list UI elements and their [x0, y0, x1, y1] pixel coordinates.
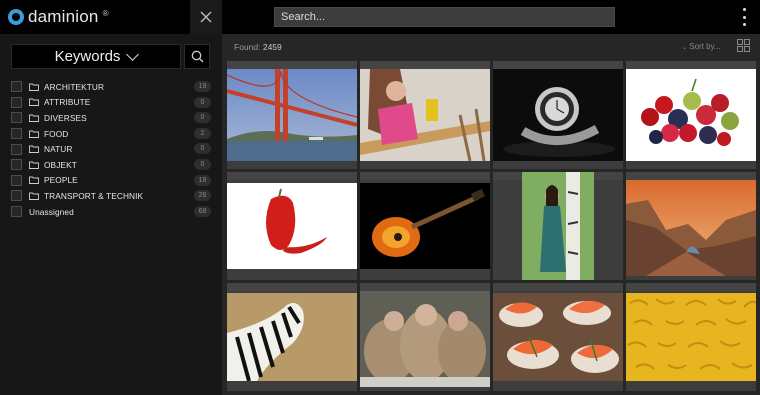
thumbnail-image	[227, 69, 357, 161]
keyword-label: ARCHITEKTUR	[44, 81, 105, 92]
keyword-checkbox[interactable]	[11, 81, 22, 93]
folder-icon	[29, 176, 39, 185]
keyword-label: OBJEKT	[44, 159, 77, 170]
close-icon	[200, 11, 212, 23]
search-icon	[191, 50, 203, 63]
keyword-row[interactable]: TRANSPORT & TECHNIK 26	[11, 188, 211, 204]
keyword-label: Unassigned	[29, 206, 74, 217]
keyword-count-badge: 18	[194, 174, 211, 186]
thumbnail-fusilli-pasta[interactable]	[626, 283, 756, 391]
thumbnail-image	[360, 69, 490, 161]
thumbnail-image	[227, 293, 357, 381]
close-panel-button[interactable]	[190, 0, 222, 34]
keyword-row[interactable]: PEOPLE 18	[11, 173, 211, 189]
keyword-label: FOOD	[44, 128, 69, 139]
folder-icon	[29, 98, 39, 107]
search-input[interactable]	[274, 7, 615, 27]
sort-label: Sort by...	[689, 42, 721, 51]
keyword-count-badge: 19	[194, 81, 211, 92]
folder-icon	[29, 130, 39, 138]
folder-icon	[29, 192, 39, 200]
thumbnail-image	[626, 293, 756, 381]
keyword-checkbox[interactable]	[11, 143, 22, 155]
thumbnail-image	[493, 69, 623, 161]
thumbnail-image	[227, 183, 357, 269]
keyword-row[interactable]: FOOD 2	[11, 126, 211, 142]
grid-view-icon[interactable]	[737, 39, 750, 52]
keyword-count-badge: 0	[194, 158, 211, 170]
keyword-checkbox[interactable]	[11, 190, 22, 202]
folder-icon	[29, 145, 39, 154]
keyword-search-button[interactable]	[184, 44, 210, 69]
app-window: daminion ® Keywords ARCHITEKTUR 19 ATTRIBU…	[0, 0, 760, 395]
keyword-checkbox[interactable]	[11, 112, 22, 124]
thumbnail-wristwatch[interactable]	[493, 61, 623, 169]
keyword-checkbox[interactable]	[11, 206, 22, 218]
keyword-row[interactable]: NATUR 0	[11, 141, 211, 157]
keyword-row[interactable]: ATTRIBUTE 0	[11, 95, 211, 111]
thumbnail-image	[522, 172, 594, 280]
thumbnail-red-pepper[interactable]	[227, 172, 357, 280]
thumbnail-golden-gate-bridge[interactable]	[227, 61, 357, 169]
keyword-label: NATUR	[44, 144, 73, 155]
keyword-row[interactable]: OBJEKT 0	[11, 157, 211, 173]
thumbnail-woman-by-birch-tree[interactable]	[493, 172, 623, 280]
thumbnail-image	[626, 69, 756, 161]
folder-icon	[29, 83, 39, 91]
results-count: Found: 2459	[234, 42, 282, 52]
panel-selector-label: Keywords	[54, 48, 121, 65]
keyword-row[interactable]: ARCHITEKTUR 19	[11, 79, 211, 95]
more-options-icon[interactable]	[736, 8, 752, 26]
keyword-label: DIVERSES	[44, 112, 87, 123]
keyword-checkbox[interactable]	[11, 174, 22, 186]
keyword-checkbox[interactable]	[11, 128, 22, 140]
trademark-mark: ®	[102, 8, 109, 18]
keyword-label: TRANSPORT & TECHNIK	[44, 190, 144, 201]
app-logo[interactable]: daminion ®	[8, 7, 109, 27]
thumbnail-canyon-landscape[interactable]	[626, 172, 756, 280]
top-bar: daminion ®	[0, 0, 760, 34]
thumbnail-electric-guitar[interactable]	[360, 172, 490, 280]
thumbnail-salmon-canapes[interactable]	[493, 283, 623, 391]
folder-icon	[29, 161, 39, 169]
found-count: 2459	[262, 42, 282, 52]
keyword-list: ARCHITEKTUR 19 ATTRIBUTE 0 DIVERSES 0 FOOD 2 NAT…	[11, 79, 211, 219]
sidebar: Keywords ARCHITEKTUR 19 ATTRIBUTE 0 DIVERSES…	[0, 34, 222, 395]
keyword-count-badge: 68	[194, 205, 211, 217]
daminion-logo-icon	[8, 9, 24, 25]
keyword-row[interactable]: Unassigned 68	[11, 204, 211, 220]
keyword-label: PEOPLE	[44, 175, 78, 186]
folder-icon	[29, 114, 39, 122]
main-content: Found: 2459 ⌄ Sort by...	[222, 34, 760, 395]
keyword-count-badge: 26	[194, 190, 211, 202]
keyword-label: ATTRIBUTE	[44, 97, 91, 108]
thumbnail-image	[360, 183, 490, 269]
keyword-count-badge: 0	[194, 112, 211, 124]
app-name: daminion	[28, 7, 99, 26]
keyword-row[interactable]: DIVERSES 0	[11, 110, 211, 126]
thumbnail-image	[360, 291, 490, 387]
keyword-count-badge: 2	[194, 127, 211, 139]
sort-dropdown[interactable]: ⌄ Sort by...	[682, 42, 721, 51]
keyword-count-badge: 0	[194, 96, 211, 108]
thumbnail-zebra[interactable]	[227, 283, 357, 391]
sort-caret-icon: ⌄	[682, 45, 688, 51]
panel-selector-dropdown[interactable]: Keywords	[11, 44, 181, 69]
keyword-checkbox[interactable]	[11, 96, 22, 108]
thumbnail-image	[493, 293, 623, 381]
keyword-checkbox[interactable]	[11, 159, 22, 171]
chevron-down-icon	[126, 47, 140, 61]
thumbnail-image	[626, 180, 756, 276]
thumbnail-berries[interactable]	[626, 61, 756, 169]
found-label: Found:	[234, 42, 261, 52]
thumbnail-woman-drilling-wood[interactable]	[360, 61, 490, 169]
keyword-count-badge: 0	[194, 143, 211, 155]
thumbnail-monkeys[interactable]	[360, 283, 490, 391]
